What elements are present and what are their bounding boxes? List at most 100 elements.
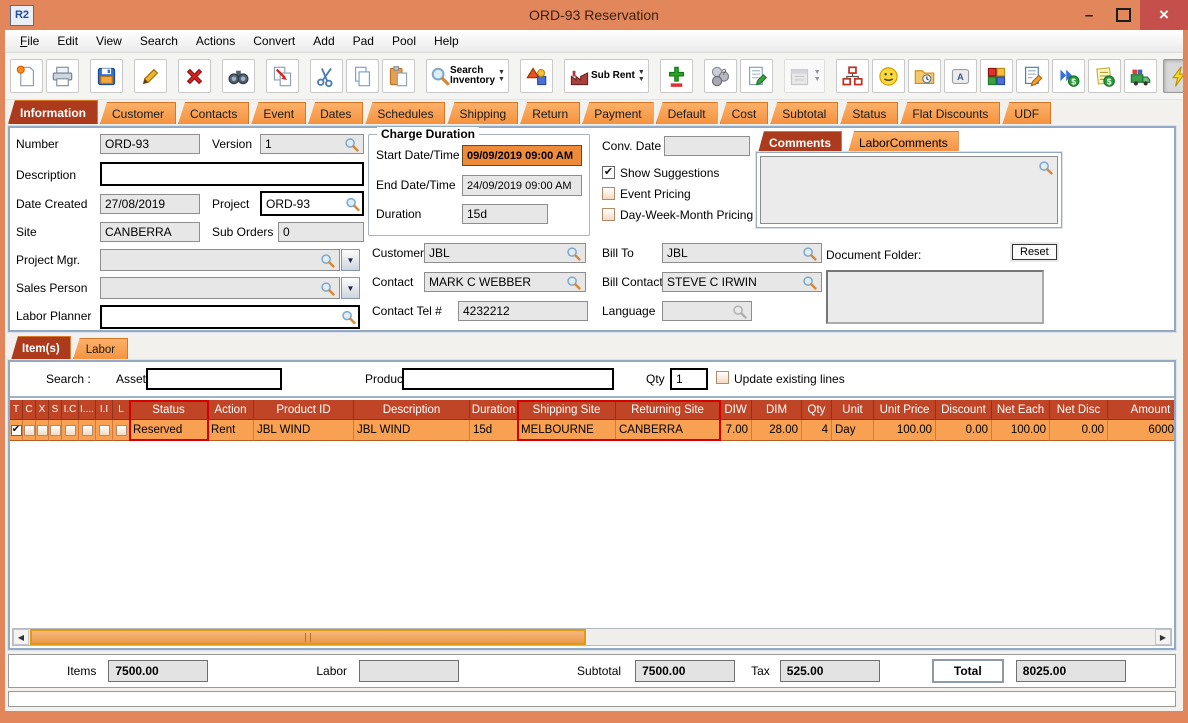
tab-subtotal[interactable]: Subtotal	[770, 102, 838, 124]
copy-button[interactable]	[346, 59, 379, 93]
labor-planner-search-icon[interactable]	[341, 310, 356, 325]
row-checkbox[interactable]	[65, 425, 76, 436]
project-search-icon[interactable]	[345, 196, 360, 211]
row-check-ic[interactable]	[62, 420, 79, 441]
tab-event[interactable]: Event	[251, 102, 306, 124]
tab-status[interactable]: Status	[840, 102, 898, 124]
product-input[interactable]	[402, 368, 614, 390]
cell-action[interactable]: Rent	[208, 420, 254, 441]
scroll-left-button[interactable]: ◀	[13, 629, 29, 645]
tab-shipping[interactable]: Shipping	[447, 102, 518, 124]
conv-date-field[interactable]	[664, 136, 750, 156]
copy-order-button[interactable]	[266, 59, 299, 93]
col-header-x[interactable]: X	[36, 400, 49, 420]
edit-button[interactable]	[134, 59, 167, 93]
cell-net-each[interactable]: 100.00	[992, 420, 1050, 441]
tab-schedules[interactable]: Schedules	[365, 102, 445, 124]
date-created-field[interactable]: 27/08/2019	[100, 194, 200, 214]
row-check-s[interactable]	[49, 420, 62, 441]
comments-textarea[interactable]	[760, 156, 1058, 224]
row-check-t[interactable]: ✔	[10, 420, 23, 441]
col-header-action[interactable]: Action	[208, 400, 254, 420]
col-header-unit-price[interactable]: Unit Price	[874, 400, 936, 420]
update-existing-lines-checkbox[interactable]	[716, 371, 729, 384]
event-pricing-checkbox[interactable]	[602, 187, 615, 200]
sales-person-field[interactable]	[100, 277, 340, 299]
col-header-idots[interactable]: I....	[79, 400, 96, 420]
cell-product-id[interactable]: JBL WIND	[254, 420, 354, 441]
row-checkbox[interactable]	[24, 425, 35, 436]
col-header-c[interactable]: C	[23, 400, 36, 420]
sub-orders-field[interactable]: 0	[278, 222, 364, 242]
tab-cost[interactable]: Cost	[720, 102, 769, 124]
cell-status[interactable]: Reserved	[130, 420, 208, 441]
row-checkbox[interactable]	[37, 425, 48, 436]
tab-labor[interactable]: Labor	[73, 338, 128, 360]
shipping-button[interactable]	[1124, 59, 1157, 93]
minimize-button[interactable]: –	[1072, 0, 1106, 30]
row-checkbox[interactable]	[116, 425, 127, 436]
bill-to-search-icon[interactable]	[802, 246, 817, 261]
menu-add[interactable]: Add	[304, 31, 343, 51]
menu-actions[interactable]: Actions	[187, 31, 244, 51]
row-check-c[interactable]	[23, 420, 36, 441]
col-header-l[interactable]: L	[113, 400, 130, 420]
maximize-button[interactable]	[1106, 0, 1140, 30]
row-check-idots[interactable]	[79, 420, 96, 441]
search-inventory-button[interactable]: SearchInventory ▼▼	[426, 59, 509, 93]
sites-button[interactable]	[836, 59, 869, 93]
quick-mode-button[interactable]	[1163, 59, 1183, 93]
col-header-description[interactable]: Description	[354, 400, 470, 420]
col-header-dim[interactable]: DIM	[752, 400, 802, 420]
cell-unit-price[interactable]: 100.00	[874, 420, 936, 441]
col-header-net-disc[interactable]: Net Disc	[1050, 400, 1108, 420]
col-header-ic[interactable]: I.C	[62, 400, 79, 420]
sub-rent-dropdown-icon[interactable]: ▼▼	[638, 69, 645, 83]
contact-field[interactable]: MARK C WEBBER	[424, 272, 586, 292]
customer-search-icon[interactable]	[566, 246, 581, 261]
horizontal-scrollbar[interactable]: ◀ ▶	[12, 628, 1172, 646]
assembly-button[interactable]	[980, 59, 1013, 93]
col-header-diw[interactable]: DIW	[720, 400, 752, 420]
print-button[interactable]	[46, 59, 79, 93]
bill-contact-field[interactable]: STEVE C IRWIN	[662, 272, 822, 292]
menu-pool[interactable]: Pool	[383, 31, 425, 51]
invoice-forward-button[interactable]: $	[1052, 59, 1085, 93]
tab-contacts[interactable]: Contacts	[178, 102, 249, 124]
bill-to-field[interactable]: JBL	[662, 243, 822, 263]
tab-default[interactable]: Default	[656, 102, 718, 124]
row-checkbox[interactable]	[99, 425, 110, 436]
search-inventory-dropdown-icon[interactable]: ▼▼	[498, 69, 505, 83]
spheres-help-button[interactable]: ?	[704, 59, 737, 93]
description-input[interactable]	[100, 162, 364, 186]
tab-dates[interactable]: Dates	[308, 102, 363, 124]
col-header-duration[interactable]: Duration	[470, 400, 518, 420]
cell-returning-site[interactable]: CANBERRA	[616, 420, 720, 441]
col-header-s[interactable]: S	[49, 400, 62, 420]
tab-customer[interactable]: Customer	[100, 102, 176, 124]
tab-comments[interactable]: Comments	[758, 131, 842, 153]
version-field[interactable]: 1	[260, 134, 364, 154]
show-suggestions-checkbox[interactable]: ✔	[602, 166, 615, 179]
tab-information[interactable]: Information	[8, 100, 98, 124]
cell-unit[interactable]: Day	[832, 420, 874, 441]
document-edit-button[interactable]	[1016, 59, 1049, 93]
cell-discount[interactable]: 0.00	[936, 420, 992, 441]
project-mgr-search-icon[interactable]	[320, 253, 335, 268]
tab-labor-comments[interactable]: LaborComments	[848, 131, 959, 153]
comments-search-icon[interactable]	[1038, 160, 1053, 175]
delete-button[interactable]	[178, 59, 211, 93]
row-check-x[interactable]	[36, 420, 49, 441]
cell-duration[interactable]: 15d	[470, 420, 518, 441]
keyboard-button[interactable]: A	[944, 59, 977, 93]
col-header-amount[interactable]: Amount	[1108, 400, 1174, 420]
col-header-qty[interactable]: Qty	[802, 400, 832, 420]
asset-input[interactable]	[146, 368, 282, 390]
cell-diw[interactable]: 7.00	[720, 420, 752, 441]
row-checkbox[interactable]	[50, 425, 61, 436]
sales-person-dropdown[interactable]: ▼	[341, 277, 360, 299]
end-datetime-field[interactable]: 24/09/2019 09:00 AM	[462, 175, 582, 196]
customer-service-button[interactable]	[872, 59, 905, 93]
day-week-month-pricing-checkbox[interactable]	[602, 208, 615, 221]
site-field[interactable]: CANBERRA	[100, 222, 200, 242]
